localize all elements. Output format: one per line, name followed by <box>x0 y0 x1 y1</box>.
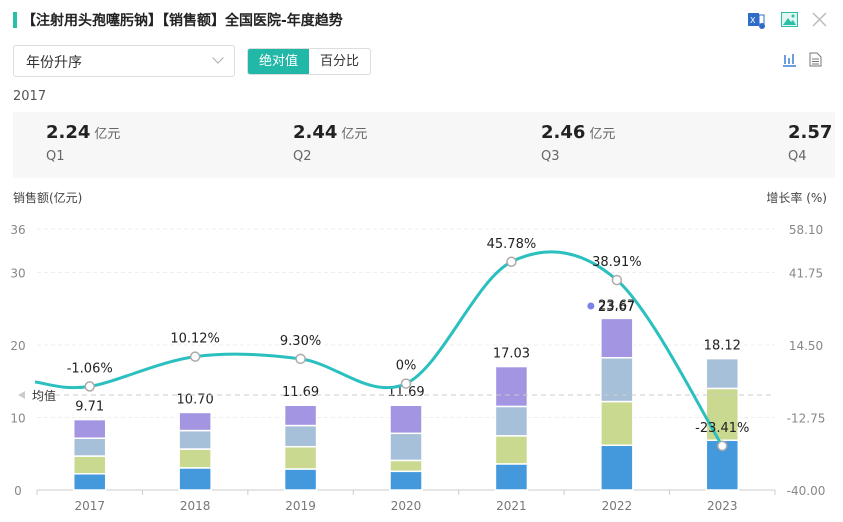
bar-segment-q2 <box>389 459 423 473</box>
bar-segment-q1 <box>494 463 529 491</box>
x-tick-label: 2017 <box>74 499 105 513</box>
bar-segment-q1 <box>72 473 107 491</box>
growth-point <box>400 378 412 389</box>
growth-point <box>717 440 728 452</box>
x-tick-label: 2022 <box>602 499 633 513</box>
x-tick-label: 2023 <box>707 499 738 513</box>
bar-total-label: 17.03 <box>493 347 530 362</box>
growth-label: 0% <box>396 359 417 374</box>
growth-label: 45.78% <box>487 237 537 252</box>
bar-segment-q4 <box>72 418 107 439</box>
chart: 36 58.10 30 41.75 20 14.50 10 -12.75 0 -40.00 9.71… <box>10 223 826 513</box>
average-arrow-icon <box>18 391 25 400</box>
bar-segment-q1 <box>389 470 423 491</box>
growth-label: 9.30% <box>280 334 321 349</box>
highlight-label: 23.67 <box>598 300 635 315</box>
y2-tick-label: 58.10 <box>789 223 823 237</box>
y-tick-label: 20 <box>10 339 25 353</box>
bar-segment-q2 <box>600 400 634 447</box>
bar-total-label: 18.12 <box>704 339 741 354</box>
y2-tick-label: 41.75 <box>789 267 823 281</box>
bar-segment-q4 <box>600 317 634 359</box>
growth-point <box>506 256 517 268</box>
bar-segment-q1 <box>178 467 212 491</box>
bar-total-label: 9.71 <box>75 400 104 415</box>
y-tick-label: 10 <box>10 412 25 426</box>
x-tick-label: 2020 <box>391 499 422 513</box>
growth-label: -1.06% <box>67 361 113 376</box>
bar-segment-q4 <box>178 411 212 432</box>
y2-tick-label: 14.50 <box>789 339 823 353</box>
growth-point <box>611 274 623 286</box>
average-label: 均值 <box>32 388 56 403</box>
bar-segment-q4 <box>494 365 529 408</box>
growth-label: -23.41% <box>695 421 749 436</box>
bar-segment-q2 <box>178 448 212 469</box>
bar-segment-q2 <box>283 445 318 470</box>
bar-segment-q3 <box>72 437 107 457</box>
y-tick-label: 30 <box>10 267 25 281</box>
bar-segment-q1 <box>600 444 634 491</box>
growth-point <box>84 381 95 392</box>
growth-label: 38.91% <box>592 255 642 270</box>
highlight-dot-icon <box>587 302 595 310</box>
bar-segment-q3 <box>283 424 318 448</box>
growth-point <box>295 353 306 365</box>
y-tick-label: 0 <box>14 484 22 498</box>
bar-segment-q3 <box>494 405 529 437</box>
x-tick-label: 2018 <box>180 499 211 513</box>
growth-label: 10.12% <box>170 332 220 347</box>
bar-segment-q4 <box>283 404 318 427</box>
x-tick-label: 2019 <box>285 499 316 513</box>
bar-segment-q3 <box>705 357 740 390</box>
bar-segment-q3 <box>178 429 212 450</box>
bar-total-label: 11.69 <box>282 385 319 400</box>
bar-segment-q1 <box>283 468 318 491</box>
y-tick-label: 36 <box>10 223 25 237</box>
bar-segment-q2 <box>494 435 529 465</box>
bar-segment-q2 <box>72 455 107 475</box>
bar-segment-q3 <box>389 432 423 462</box>
bar-segment-q4 <box>389 404 423 435</box>
growth-point <box>189 351 201 362</box>
y2-tick-label: -12.75 <box>787 412 826 426</box>
y2-tick-label: -40.00 <box>787 484 826 498</box>
x-tick-label: 2021 <box>496 499 527 513</box>
